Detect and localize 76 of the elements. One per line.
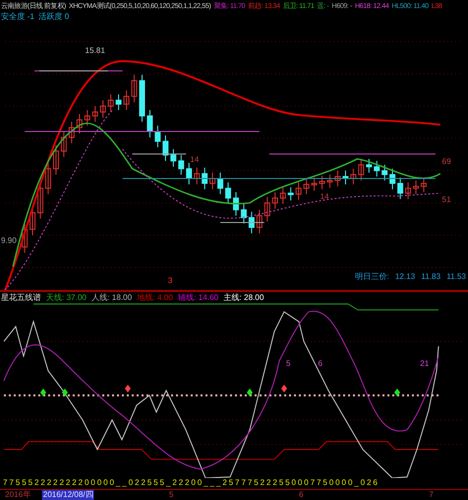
candlestick	[303, 178, 310, 195]
line-value: 天线: 37.00	[46, 293, 86, 302]
price-label: 3	[168, 276, 172, 286]
level-line	[220, 222, 265, 223]
candlestick	[186, 162, 192, 185]
date-label: 7	[428, 490, 434, 500]
candlestick	[420, 177, 427, 193]
candlestick	[397, 177, 404, 200]
candlestick	[225, 182, 232, 204]
candlestick	[84, 110, 90, 126]
candlestick	[100, 100, 106, 118]
candlestick	[233, 192, 239, 216]
candlestick	[22, 223, 28, 254]
candlestick	[53, 144, 59, 176]
date-label: 6	[298, 490, 304, 500]
candlestick	[326, 174, 333, 188]
candlestick	[248, 211, 255, 234]
price-label: 51	[442, 195, 451, 205]
forecast-price: 11.53	[446, 272, 466, 282]
status-value: 安全度 -1	[1, 12, 34, 22]
candlestick	[146, 110, 153, 138]
candlestick	[194, 167, 200, 185]
candlestick	[45, 162, 52, 195]
candlestick	[202, 167, 208, 190]
candlestick	[108, 94, 114, 112]
candlestick	[405, 182, 412, 200]
candlestick	[374, 160, 380, 178]
signal-label: 6	[318, 359, 322, 369]
price-label: 9.90	[1, 236, 17, 246]
digit-sequence: 7 7 5 5 5 2 2 2 2 2 2 2 2 0 0 0 0 0 _ _ 0 2 2 5 5 5 _ 2 2 2 0 0 _ _ _ 2 5 7 7 7 5 2 2 2 5 5 0 0 0 7 7 5 0 0 0 0 _ 0 2 6	[2, 478, 378, 488]
candlestick	[382, 164, 388, 181]
candlestick	[217, 172, 224, 195]
candlestick	[358, 158, 364, 181]
line-value: 人线: 18.00	[91, 293, 132, 302]
candlestick	[350, 168, 356, 185]
candlestick	[256, 209, 262, 234]
candlestick	[154, 125, 161, 148]
candlestick	[311, 177, 318, 192]
candlestick	[178, 154, 184, 176]
line-value: 地线: 4.00	[136, 293, 173, 302]
date-label: 2016年	[4, 490, 32, 500]
status-value: 活跃度 0	[38, 12, 70, 22]
candlestick	[240, 203, 247, 224]
signal-label: 5	[286, 359, 290, 369]
candlestick	[342, 170, 348, 185]
candlestick	[264, 196, 270, 222]
price-label: 14	[320, 192, 329, 202]
signal-label: 21	[420, 359, 429, 369]
forecast-label: 明日三价:	[354, 272, 390, 282]
candlestick	[92, 106, 98, 122]
candlestick	[413, 180, 419, 195]
line-value: 辅线: 14.60	[178, 293, 218, 302]
candlestick	[68, 121, 75, 144]
candlestick	[162, 134, 168, 162]
candlestick	[366, 158, 372, 174]
line-value: 主线: 28.00	[223, 293, 264, 302]
price-label: 14	[190, 155, 199, 165]
candlestick	[76, 113, 82, 134]
forecast-price: 12.13	[395, 272, 416, 282]
candlestick	[60, 131, 67, 158]
price-label: 69	[442, 157, 451, 167]
candlestick	[390, 168, 396, 190]
date-label: 5	[168, 490, 174, 500]
candlestick	[210, 172, 216, 190]
level-line	[132, 154, 187, 155]
indicator-title: 星花五线谱	[1, 293, 41, 302]
candlestick	[334, 170, 341, 187]
date-label: 2016/12/08/四	[42, 490, 94, 500]
candlestick	[319, 175, 325, 190]
candlestick	[296, 182, 302, 200]
candlestick	[170, 148, 176, 168]
forecast-price: 11.83	[421, 272, 441, 282]
candlestick	[288, 186, 294, 201]
price-label: 15.81	[85, 46, 106, 56]
candlestick	[139, 74, 145, 122]
candlestick	[131, 74, 138, 103]
